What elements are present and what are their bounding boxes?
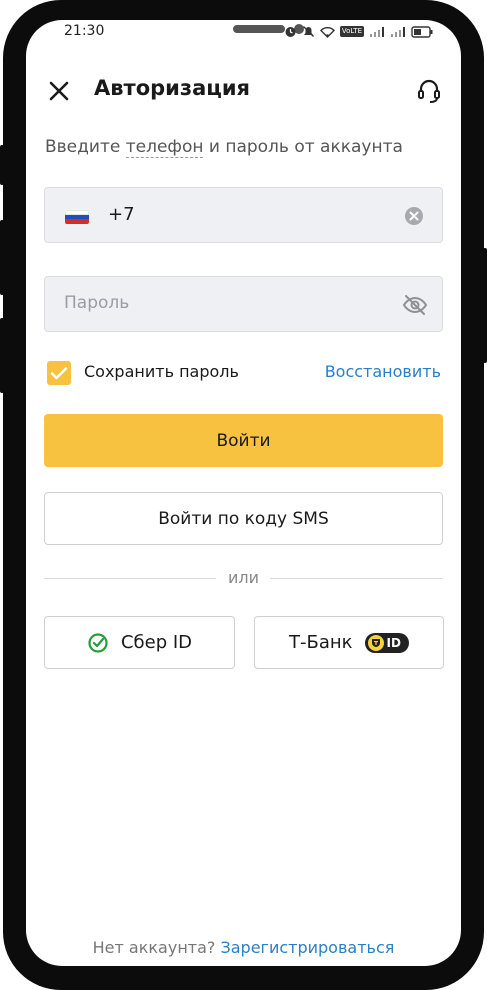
close-icon[interactable] — [46, 78, 72, 104]
wifi-icon — [319, 26, 335, 38]
phone-side-button — [0, 145, 4, 185]
headset-icon[interactable] — [415, 77, 443, 105]
status-time: 21:30 — [64, 23, 105, 39]
tbank-label: Т-Банк — [289, 632, 353, 653]
signal-icon — [391, 26, 405, 37]
register-link[interactable]: Зарегистрироваться — [220, 938, 394, 957]
phone-value: +7 — [108, 204, 135, 225]
sms-login-button[interactable]: Войти по коду SMS — [44, 492, 443, 545]
page-title: Авторизация — [94, 76, 251, 100]
tbank-id-badge-text: ID — [386, 635, 401, 650]
russia-flag-icon[interactable] — [65, 210, 89, 224]
register-prompt: Нет аккаунта? Зарегистрироваться — [26, 938, 461, 957]
app-screen: 21:30 VoLTE Авторизация Введите телефон … — [26, 20, 461, 966]
phone-input[interactable]: +7 — [44, 187, 443, 243]
or-divider: или — [44, 568, 443, 588]
password-placeholder: Пароль — [64, 293, 130, 313]
tbank-id-button[interactable]: Т-Банк ID — [254, 616, 444, 669]
phone-power-button — [483, 248, 487, 363]
app-header: Авторизация — [26, 72, 461, 112]
restore-password-link[interactable]: Восстановить — [325, 362, 441, 381]
save-password-label[interactable]: Сохранить пароль — [84, 362, 239, 381]
no-account-text: Нет аккаунта? — [92, 938, 216, 957]
volte-icon: VoLTE — [339, 26, 364, 37]
tbank-shield-icon — [367, 634, 384, 651]
checkmark-icon — [50, 367, 68, 380]
battery-icon — [411, 25, 433, 38]
tbank-id-badge: ID — [364, 632, 409, 653]
eye-off-icon[interactable] — [402, 292, 428, 318]
phone-side-button — [0, 318, 4, 393]
sber-id-label: Сбер ID — [120, 632, 193, 653]
signal-icon — [370, 26, 384, 37]
login-instructions: Введите телефон и пароль от аккаунта — [45, 137, 403, 158]
mute-icon — [302, 26, 314, 37]
status-icons: VoLTE — [284, 25, 433, 38]
divider-text: или — [227, 568, 260, 587]
save-password-checkbox[interactable] — [47, 361, 71, 385]
instructions-phone-hint[interactable]: телефон — [125, 137, 204, 158]
sber-id-button[interactable]: Сбер ID — [44, 616, 235, 669]
instructions-text: и пароль от аккаунта — [203, 137, 403, 157]
instructions-text: Введите — [45, 137, 126, 157]
clear-icon[interactable] — [404, 206, 424, 226]
alarm-icon — [285, 27, 296, 37]
password-input[interactable]: Пароль — [44, 276, 443, 332]
status-bar: 21:30 VoLTE — [26, 20, 461, 46]
phone-side-button — [0, 220, 4, 295]
login-button[interactable]: Войти — [44, 414, 443, 467]
sber-check-icon — [88, 632, 108, 653]
